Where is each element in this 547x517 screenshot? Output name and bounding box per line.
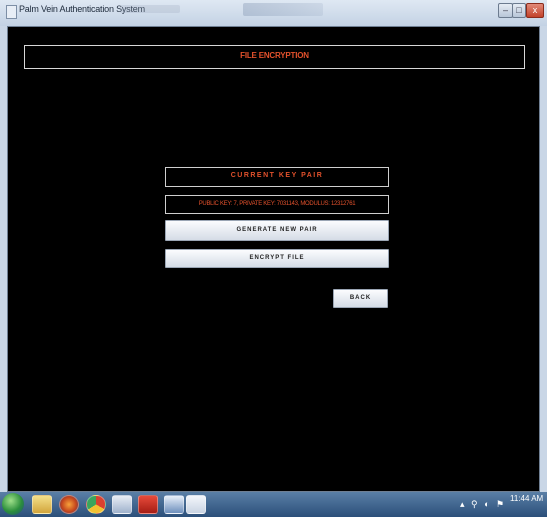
- key-pair-values: PUBLIC KEY: 7, PRIVATE KEY: 7031143, MOD…: [198, 201, 356, 207]
- maximize-button[interactable]: □: [512, 3, 526, 18]
- header-bar: FILE ENCRYPTION: [24, 45, 525, 69]
- clock[interactable]: 11:44 AM: [510, 494, 543, 504]
- taskbar: ▴ ⚲ ◐ ⚑ 11:44 AM: [0, 492, 547, 517]
- encrypt-file-label: ENCRYPT FILE: [249, 255, 305, 261]
- app-window: Palm Vein Authentication System – □ x FI…: [0, 0, 547, 492]
- bag-icon[interactable]: [164, 495, 184, 514]
- folder-icon[interactable]: [32, 495, 52, 514]
- title-bar-blur-region: [243, 3, 323, 16]
- title-bar[interactable]: Palm Vein Authentication System – □ x: [0, 0, 547, 26]
- key-pair-values-box: PUBLIC KEY: 7, PRIVATE KEY: 7031143, MOD…: [165, 195, 389, 214]
- java-icon[interactable]: [186, 495, 206, 514]
- title-bar-blur-region: [120, 5, 180, 13]
- back-button[interactable]: BACK: [333, 289, 388, 308]
- encrypt-file-button[interactable]: ENCRYPT FILE: [165, 249, 389, 268]
- app-icon: [6, 5, 17, 19]
- main-panel: FILE ENCRYPTION CURRENT KEY PAIR PUBLIC …: [7, 26, 540, 492]
- back-label: BACK: [349, 295, 372, 301]
- key-pair-title-box: CURRENT KEY PAIR: [165, 167, 389, 187]
- clock-time: 11:44 AM: [510, 494, 544, 503]
- generate-new-pair-label: GENERATE NEW PAIR: [236, 227, 318, 233]
- system-tray[interactable]: ▴ ⚲ ◐ ⚑: [460, 499, 506, 510]
- document-icon[interactable]: [112, 495, 132, 514]
- key-pair-title: CURRENT KEY PAIR: [230, 172, 324, 179]
- minimize-button[interactable]: –: [498, 3, 513, 18]
- close-button[interactable]: x: [526, 3, 544, 18]
- pdf-icon[interactable]: [138, 495, 158, 514]
- firefox-icon[interactable]: [59, 495, 79, 514]
- generate-new-pair-button[interactable]: GENERATE NEW PAIR: [165, 220, 389, 241]
- chrome-icon[interactable]: [86, 495, 106, 514]
- page-title: FILE ENCRYPTION: [240, 51, 309, 60]
- windows-start-icon[interactable]: [2, 493, 24, 515]
